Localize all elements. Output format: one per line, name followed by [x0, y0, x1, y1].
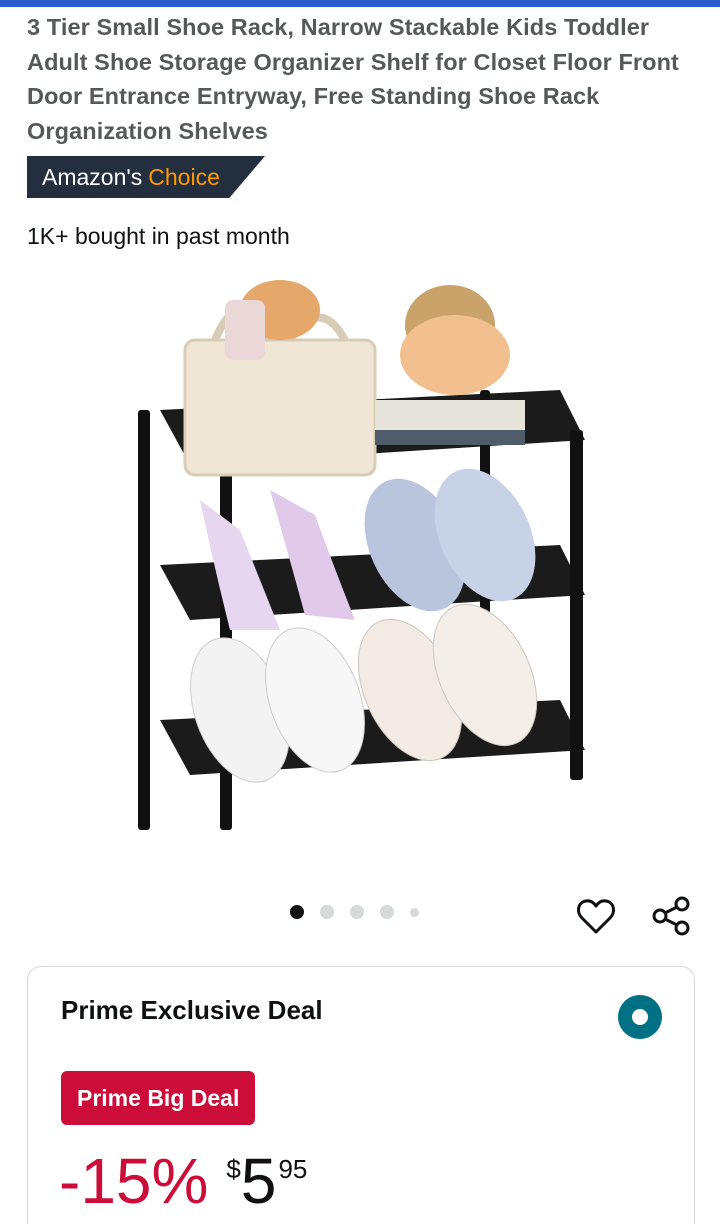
carousel-dot[interactable] — [350, 905, 364, 919]
product-title: 3 Tier Small Shoe Rack, Narrow Stackable… — [27, 14, 679, 145]
heart-outline-icon[interactable] — [574, 894, 618, 938]
carousel-dot[interactable] — [320, 905, 334, 919]
prime-big-deal-badge: Prime Big Deal — [61, 1071, 256, 1125]
deal-radio-selected[interactable] — [618, 995, 662, 1039]
price-symbol: $ — [226, 1154, 241, 1184]
price-fraction: 95 — [278, 1154, 308, 1184]
carousel-dot[interactable] — [290, 905, 304, 919]
product-image[interactable] — [130, 270, 600, 840]
bought-count: 1K+ bought in past month — [27, 223, 290, 249]
price-whole: 5 — [240, 1145, 277, 1217]
deal-card[interactable]: Prime Exclusive Deal Prime Big Deal -15%… — [27, 966, 695, 1224]
share-icon[interactable] — [650, 894, 694, 938]
price-row: -15% $ 5 95 — [59, 1145, 307, 1217]
badge-prefix: Amazon's — [42, 163, 143, 190]
deal-price: $ 5 95 — [226, 1145, 307, 1217]
deal-title: Prime Exclusive Deal — [61, 995, 323, 1025]
image-carousel-indicator[interactable] — [290, 905, 435, 919]
amazons-choice-badge[interactable]: Amazon's Choice — [27, 156, 265, 198]
badge-accent: Choice — [148, 163, 220, 190]
discount-percent: -15% — [59, 1145, 209, 1217]
carousel-dot[interactable] — [410, 907, 419, 917]
carousel-dot[interactable] — [380, 905, 394, 919]
top-accent-strip — [0, 0, 720, 7]
